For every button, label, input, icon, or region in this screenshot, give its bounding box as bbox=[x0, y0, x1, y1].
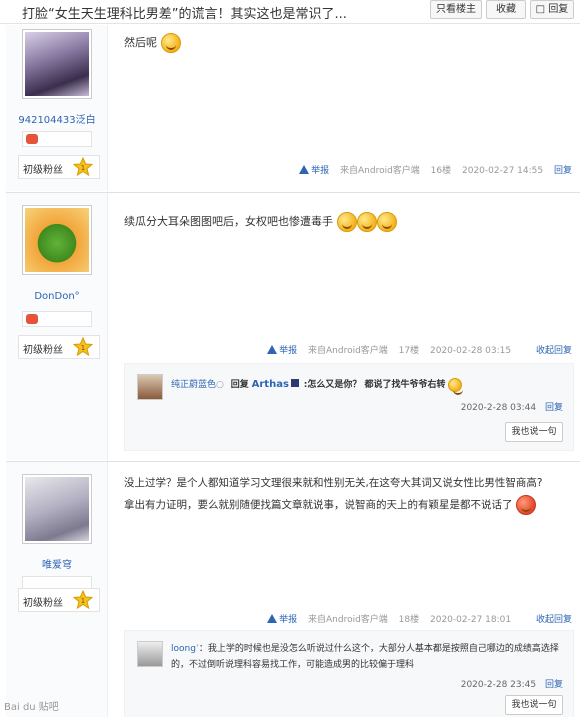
icon-badge: ○ bbox=[216, 380, 224, 390]
post-tail: 举报 来自Android客户端 18楼 2020-02-27 18:01 收起回… bbox=[267, 612, 572, 625]
author-sidebar: 942104433泛白 初级粉丝 1 bbox=[6, 25, 108, 191]
sub-reply-meta: 2020-2-28 03:44 回复 bbox=[461, 400, 563, 413]
post-text-line-2: 拿出有力证明，要么就别随便找篇文章就说事，说智商的天上的有颖星是都不说话了 bbox=[124, 499, 513, 511]
comment-icon: □ bbox=[535, 4, 546, 15]
post-text: 续瓜分大耳朵图图吧后，女权吧也惨遭毒手 bbox=[124, 215, 333, 228]
avatar-image bbox=[25, 477, 89, 541]
username[interactable]: DonDon° bbox=[6, 291, 108, 302]
warning-icon bbox=[299, 165, 310, 174]
post-content: 没上过学？是个人都知道学习文理很来就和性别无关,在这夸大其词又说女性比男性智商高… bbox=[124, 472, 574, 516]
only-owner-button[interactable]: 只看楼主 bbox=[430, 0, 482, 19]
post-tail: 举报 来自Android客户端 16楼 2020-02-27 14:55 回复 bbox=[299, 163, 572, 176]
say-something-button[interactable]: 我也说一句 bbox=[505, 422, 563, 442]
floor-number: 16楼 bbox=[430, 166, 452, 176]
sub-reply-time: 2020-2-28 23:45 bbox=[460, 680, 537, 690]
post-time: 2020-02-27 14:55 bbox=[462, 166, 544, 176]
report-link[interactable]: 举报 bbox=[267, 614, 297, 625]
fan-level-label: 初级粉丝 bbox=[23, 165, 63, 176]
author-sidebar: DonDon° 初级粉丝 1 bbox=[6, 193, 108, 460]
smile-emoji-icon bbox=[448, 377, 464, 395]
game-badge bbox=[22, 311, 92, 327]
avatar-image bbox=[25, 208, 89, 272]
author-sidebar: 唯爱穹 初级粉丝 1 bbox=[6, 462, 108, 717]
post-18: 唯爱穹 初级粉丝 1 没上过学？是个人都知道学习文理很来就和性别无关,在这夸大其… bbox=[6, 461, 580, 717]
avatar[interactable] bbox=[22, 29, 92, 99]
collapse-reply-link[interactable]: 收起回复 bbox=[536, 615, 572, 625]
gamepad-icon bbox=[26, 134, 38, 144]
post-time: 2020-02-27 18:01 bbox=[430, 615, 512, 625]
fan-level-badge: 初级粉丝 1 bbox=[18, 335, 100, 359]
post-16: 942104433泛白 初级粉丝 1 然后呢 举报 来自Android客户端 1… bbox=[6, 25, 580, 191]
post-time: 2020-02-28 03:15 bbox=[430, 346, 512, 356]
sub-reply-content: :怎么又是你？ 都说了找牛爷爷右转 bbox=[303, 380, 446, 390]
post-content: 然后呢 bbox=[124, 32, 181, 54]
smile-emoji-icon bbox=[376, 212, 397, 232]
fan-level-label: 初级粉丝 bbox=[23, 345, 63, 356]
svg-text:1: 1 bbox=[81, 164, 85, 172]
fan-level-badge: 初级粉丝 1 bbox=[18, 588, 100, 612]
gamepad-icon bbox=[26, 314, 38, 324]
reply-button-label: 回复 bbox=[548, 4, 569, 15]
sub-reply-text: 纯正蔚蓝色○ 回复 Arthas :怎么又是你？ 都说了找牛爷爷右转 bbox=[171, 377, 464, 395]
star-level-icon: 1 bbox=[73, 337, 93, 357]
thread-title: 打脸“女生天生理科比男差”的谎言！其实这也是常识了... bbox=[22, 7, 347, 22]
baidu-watermark: Bai du 贴吧 bbox=[4, 702, 59, 713]
star-level-icon: 1 bbox=[73, 590, 93, 610]
angry-emoji-icon bbox=[515, 495, 536, 515]
sub-reply: 纯正蔚蓝色○ 回复 Arthas :怎么又是你？ 都说了找牛爷爷右转 2020-… bbox=[137, 374, 563, 414]
sub-reply-username[interactable]: 纯正蔚蓝色 bbox=[171, 380, 216, 390]
say-something-button[interactable]: 我也说一句 bbox=[505, 695, 563, 715]
sub-reply-avatar[interactable] bbox=[137, 374, 163, 400]
post-text-line-2-wrap: 拿出有力证明，要么就别随便找篇文章就说事，说智商的天上的有颖星是都不说话了 bbox=[124, 494, 574, 516]
client-label: 来自Android客户端 bbox=[308, 615, 388, 625]
reply-link[interactable]: 回复 bbox=[554, 166, 572, 176]
svg-text:1: 1 bbox=[81, 597, 85, 605]
report-link[interactable]: 举报 bbox=[267, 345, 297, 356]
avatar[interactable] bbox=[22, 205, 92, 275]
smile-emoji-icon bbox=[160, 33, 181, 53]
fan-level-badge: 初级粉丝 1 bbox=[18, 155, 100, 179]
sub-reply-time: 2020-2-28 03:44 bbox=[460, 403, 537, 413]
report-link[interactable]: 举报 bbox=[299, 165, 329, 176]
warning-icon bbox=[267, 614, 278, 623]
username[interactable]: 唯爱穹 bbox=[6, 556, 108, 571]
floor-number: 18楼 bbox=[398, 615, 420, 625]
svg-text:1: 1 bbox=[81, 344, 85, 352]
sub-reply-box: 纯正蔚蓝色○ 回复 Arthas :怎么又是你？ 都说了找牛爷爷右转 2020-… bbox=[124, 363, 574, 451]
sub-reply-meta: 2020-2-28 23:45 回复 bbox=[461, 677, 563, 690]
thread-header: 打脸“女生天生理科比男差”的谎言！其实这也是常识了... 只看楼主 收藏 □ 回… bbox=[0, 0, 580, 24]
sub-reply: loong’：我上学的时候也是没怎么听说过什么这个，大部分人基本都是按照自己哪边… bbox=[137, 641, 563, 701]
post-text-line-1: 没上过学？是个人都知道学习文理很来就和性别无关,在这夸大其词又说女性比男性智商高… bbox=[124, 477, 543, 489]
smile-emoji-icon bbox=[356, 212, 377, 232]
smile-emoji-icon bbox=[336, 212, 357, 232]
post-17: DonDon° 初级粉丝 1 续瓜分大耳朵图图吧后，女权吧也惨遭毒手 举报 来自… bbox=[6, 192, 580, 460]
collect-button[interactable]: 收藏 bbox=[486, 0, 526, 19]
client-label: 来自Android客户端 bbox=[308, 346, 388, 356]
sub-reply-username[interactable]: loong bbox=[171, 644, 196, 654]
warning-icon bbox=[267, 345, 278, 354]
floor-number: 17楼 bbox=[398, 346, 420, 356]
client-label: 来自Android客户端 bbox=[340, 166, 420, 176]
reply-button[interactable]: □ 回复 bbox=[530, 0, 574, 19]
game-badge bbox=[22, 131, 92, 147]
fan-level-label: 初级粉丝 bbox=[23, 598, 63, 609]
collapse-reply-link[interactable]: 收起回复 bbox=[536, 346, 572, 356]
post-text: 然后呢 bbox=[124, 36, 157, 49]
avatar[interactable] bbox=[22, 474, 92, 544]
reply-to-user[interactable]: Arthas bbox=[252, 379, 289, 390]
sub-reply-reply-link[interactable]: 回复 bbox=[545, 680, 563, 690]
sub-reply-reply-link[interactable]: 回复 bbox=[545, 403, 563, 413]
sub-reply-avatar[interactable] bbox=[137, 641, 163, 667]
sub-reply-text: loong’：我上学的时候也是没怎么听说过什么这个，大部分人基本都是按照自己哪边… bbox=[171, 641, 563, 673]
sub-reply-content: ：我上学的时候也是没怎么听说过什么这个，大部分人基本都是按照自己哪边的成绩高选择… bbox=[171, 644, 559, 670]
username[interactable]: 942104433泛白 bbox=[6, 111, 108, 126]
reply-word: 回复 bbox=[230, 380, 249, 390]
star-level-icon: 1 bbox=[73, 157, 93, 177]
post-content: 续瓜分大耳朵图图吧后，女权吧也惨遭毒手 bbox=[124, 211, 397, 233]
post-tail: 举报 来自Android客户端 17楼 2020-02-28 03:15 收起回… bbox=[267, 343, 572, 356]
sub-reply-box: loong’：我上学的时候也是没怎么听说过什么这个，大部分人基本都是按照自己哪边… bbox=[124, 630, 574, 717]
badge-icon bbox=[290, 379, 299, 387]
avatar-image bbox=[25, 32, 89, 96]
